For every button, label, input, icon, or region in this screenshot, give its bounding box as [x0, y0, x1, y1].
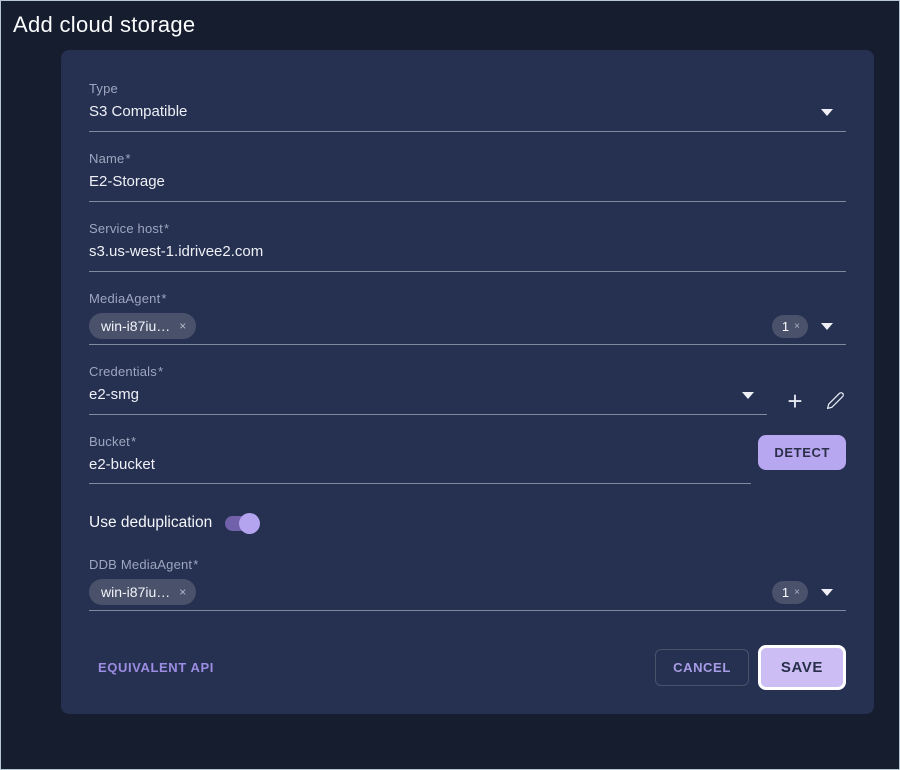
- dialog-footer: EQUIVALENT API CANCEL SAVE: [89, 645, 846, 690]
- dedup-row: Use deduplication: [89, 514, 846, 532]
- dedup-label: Use deduplication: [89, 514, 212, 532]
- selection-count-badge[interactable]: 1 ×: [772, 581, 808, 604]
- ddb-media-agent-chip[interactable]: win-i87iu… ×: [89, 579, 196, 605]
- selection-count-badge[interactable]: 1 ×: [772, 315, 808, 338]
- ddb-media-agent-label: DDB MediaAgent*: [89, 557, 846, 572]
- toggle-knob: [239, 513, 260, 534]
- remove-chip-icon[interactable]: ×: [179, 585, 186, 599]
- service-host-input[interactable]: s3.us-west-1.idrivee2.com: [89, 243, 846, 272]
- field-media-agent: MediaAgent* win-i87iu… × 1 ×: [89, 291, 846, 345]
- credentials-value: e2-smg: [89, 386, 742, 404]
- field-ddb-media-agent: DDB MediaAgent* win-i87iu… × 1 ×: [89, 557, 846, 611]
- chevron-down-icon[interactable]: [742, 392, 754, 399]
- detect-button[interactable]: DETECT: [758, 435, 846, 470]
- field-name: Name* E2-Storage: [89, 151, 846, 202]
- page-header: Add cloud storage: [1, 1, 899, 49]
- field-type: Type S3 Compatible: [89, 81, 846, 132]
- type-select[interactable]: S3 Compatible: [89, 103, 846, 132]
- clear-selection-icon[interactable]: ×: [794, 321, 800, 332]
- remove-chip-icon[interactable]: ×: [179, 319, 186, 333]
- page-title: Add cloud storage: [13, 12, 195, 38]
- type-value: S3 Compatible: [89, 103, 821, 121]
- equivalent-api-link[interactable]: EQUIVALENT API: [98, 660, 214, 675]
- media-agent-multiselect[interactable]: win-i87iu… × 1 ×: [89, 313, 846, 345]
- chevron-down-icon[interactable]: [821, 323, 833, 330]
- cancel-button[interactable]: CANCEL: [655, 649, 749, 686]
- chevron-down-icon[interactable]: [821, 589, 833, 596]
- bucket-value: e2-bucket: [89, 456, 751, 474]
- field-service-host: Service host* s3.us-west-1.idrivee2.com: [89, 221, 846, 272]
- ddb-media-agent-multiselect[interactable]: win-i87iu… × 1 ×: [89, 579, 846, 611]
- media-agent-label: MediaAgent*: [89, 291, 846, 306]
- pencil-icon: [826, 391, 845, 410]
- field-credentials: Credentials* e2-smg +: [89, 364, 846, 415]
- add-credential-button[interactable]: +: [783, 389, 807, 413]
- clear-selection-icon[interactable]: ×: [794, 587, 800, 598]
- field-bucket: Bucket* e2-bucket DETECT: [89, 434, 846, 484]
- credentials-label: Credentials*: [89, 364, 846, 379]
- chevron-down-icon[interactable]: [821, 109, 833, 116]
- service-host-value: s3.us-west-1.idrivee2.com: [89, 243, 846, 261]
- edit-credential-button[interactable]: [824, 390, 846, 412]
- form-card: Type S3 Compatible Name* E2-Storage Serv…: [61, 50, 874, 714]
- service-host-label: Service host*: [89, 221, 846, 236]
- name-input[interactable]: E2-Storage: [89, 173, 846, 202]
- name-label: Name*: [89, 151, 846, 166]
- type-label: Type: [89, 81, 846, 96]
- media-agent-chip[interactable]: win-i87iu… ×: [89, 313, 196, 339]
- bucket-input[interactable]: e2-bucket: [89, 456, 751, 484]
- credentials-row: e2-smg +: [89, 386, 846, 415]
- bucket-label: Bucket*: [89, 434, 751, 449]
- add-cloud-storage-dialog: Add cloud storage Type S3 Compatible Nam…: [0, 0, 900, 770]
- name-value: E2-Storage: [89, 173, 846, 191]
- save-button[interactable]: SAVE: [758, 645, 846, 690]
- dedup-toggle[interactable]: [225, 516, 257, 531]
- bucket-column: Bucket* e2-bucket: [89, 434, 751, 484]
- plus-icon: +: [787, 390, 802, 412]
- credentials-select[interactable]: e2-smg: [89, 386, 767, 415]
